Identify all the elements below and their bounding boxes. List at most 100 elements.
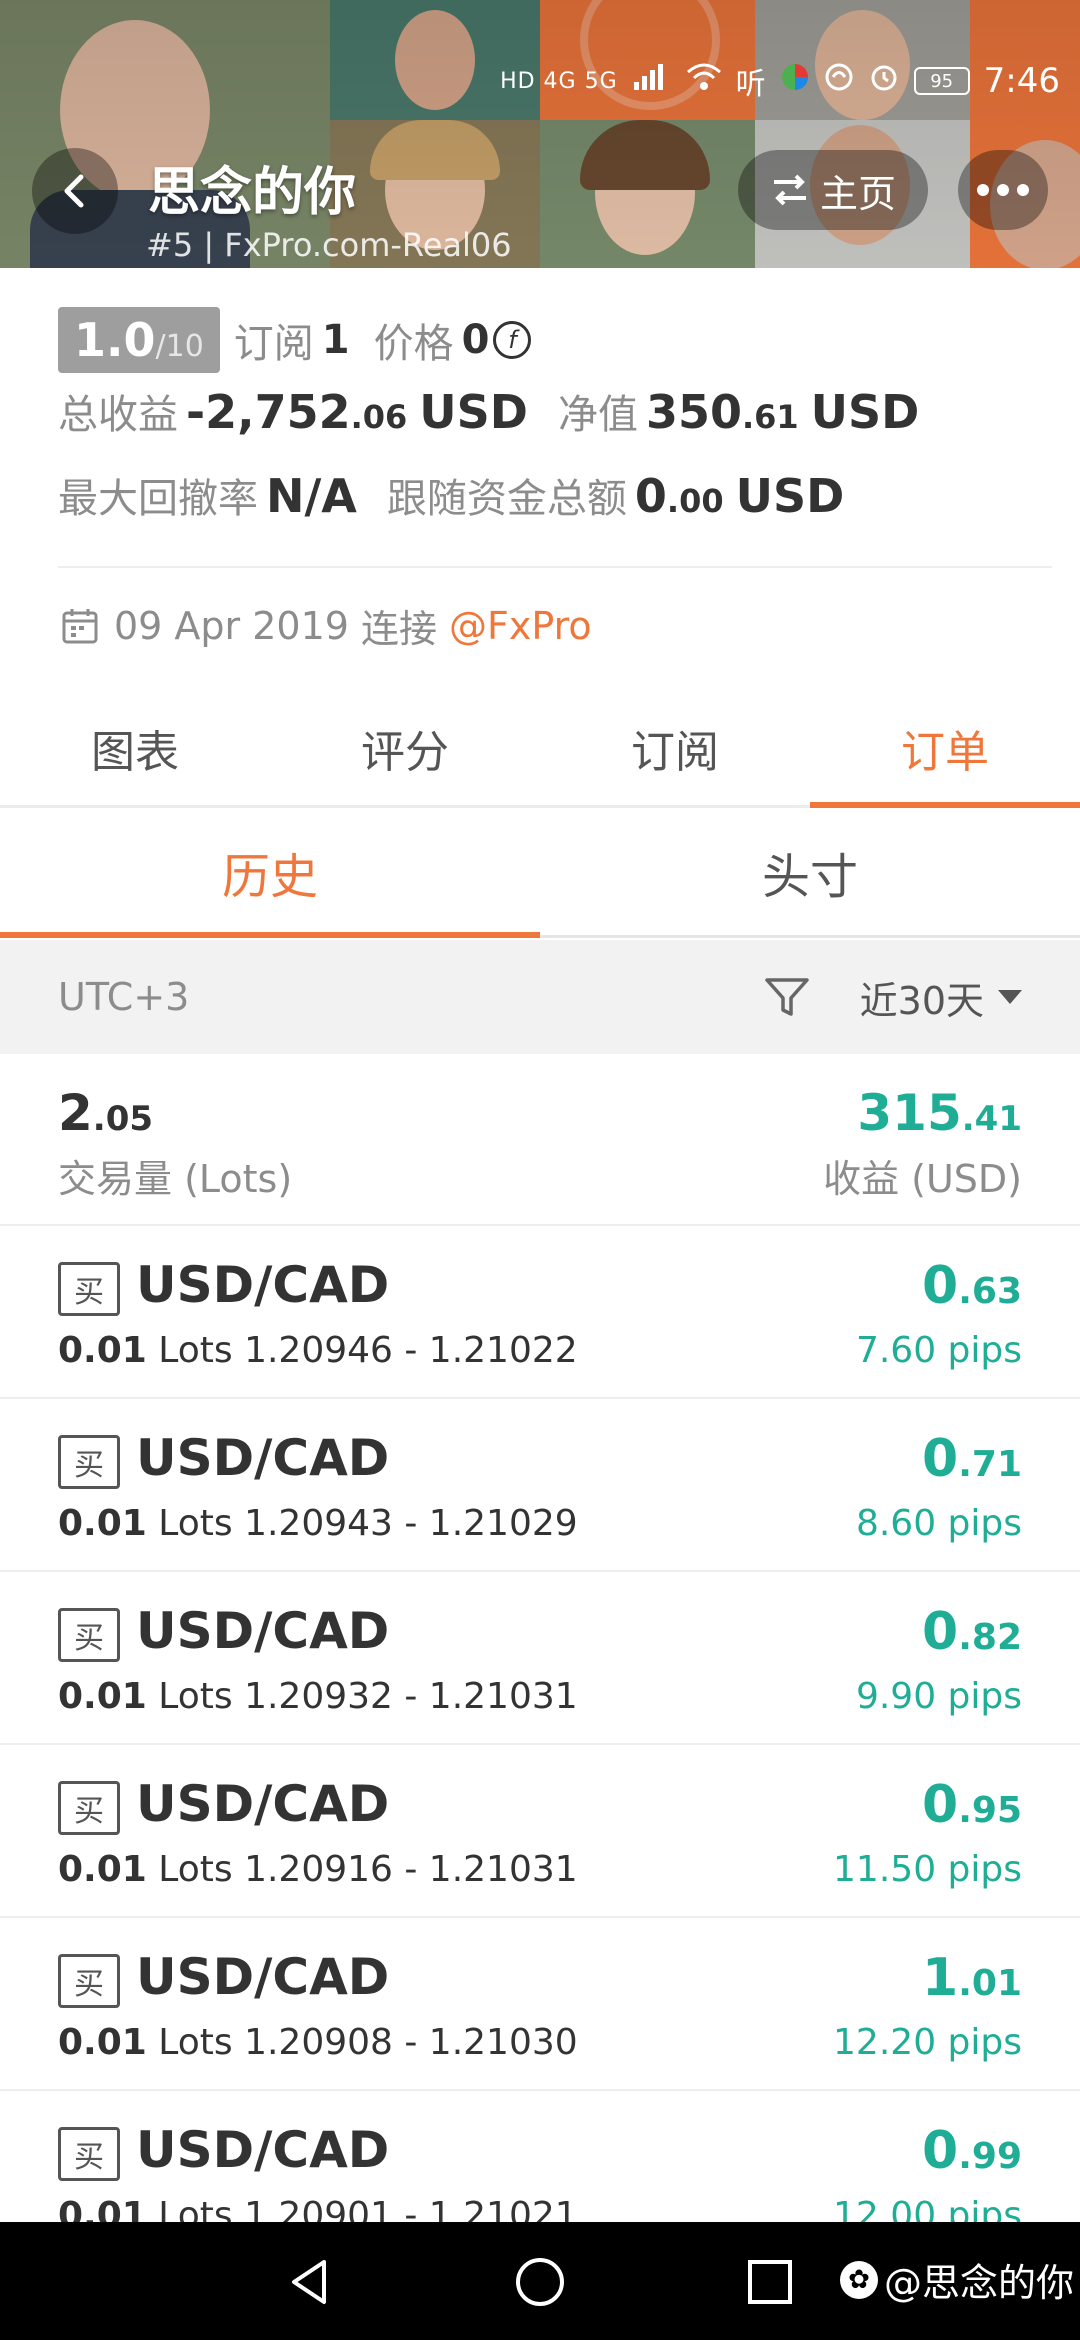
main-tabs: 图表 评分 订阅 订单 [0, 690, 1080, 808]
home-button[interactable]: 主页 [738, 150, 928, 230]
coin-icon: f [493, 321, 532, 359]
chevron-down-icon[interactable] [998, 990, 1022, 1004]
order-profit-dec: .71 [958, 1444, 1022, 1485]
equity-unit: USD [810, 385, 920, 439]
tab-positions[interactable]: 头寸 [540, 808, 1080, 935]
order-row[interactable]: 买 USD/CAD 0.01 Lots 1.20916 - 1.21031 0.… [0, 1745, 1080, 1918]
subscribe-label: 订阅 [233, 321, 314, 367]
follow-funds-value: 0 [634, 469, 667, 523]
nav-home-icon[interactable] [510, 2252, 570, 2312]
order-row[interactable]: 买 USD/CAD 0.01 Lots 1.20943 - 1.21029 0.… [0, 1399, 1080, 1572]
profile-banner: HD 4G 5G 听 95 7:46 思念的你 #5 | FxPro.com-R… [0, 0, 1080, 268]
order-details: 0.01 Lots 1.20916 - 1.21031 [58, 1849, 578, 1890]
tab-rating[interactable]: 评分 [270, 690, 540, 805]
signal-icon [632, 62, 672, 100]
app-notification-icon: 听 [735, 67, 766, 102]
profit-value: 315.41 [823, 1084, 1022, 1142]
total-profit-value: -2,752 [186, 385, 351, 439]
order-price-range: 1.20943 - 1.21029 [244, 1503, 578, 1544]
buy-badge: 买 [58, 1435, 120, 1489]
weibo-icon: ✿ [840, 2260, 878, 2299]
order-pair: USD/CAD [136, 2121, 390, 2179]
divider [58, 566, 1052, 568]
follow-funds-label: 跟随资金总额 [386, 476, 627, 522]
watermark: ✿ @思念的你 [840, 2252, 1074, 2307]
buy-badge: 买 [58, 1262, 120, 1316]
price-value: 0 [461, 317, 490, 363]
history-summary: 2.05 交易量 (Lots) 315.41 收益 (USD) [0, 1054, 1080, 1226]
price-label: 价格 [373, 321, 454, 367]
buy-badge: 买 [58, 1954, 120, 2008]
page-title: 思念的你 [148, 163, 357, 223]
network-indicator: HD 4G 5G [500, 68, 618, 94]
order-list: 买 USD/CAD 0.01 Lots 1.20946 - 1.21022 0.… [0, 1226, 1080, 2264]
more-options-button[interactable] [958, 150, 1048, 230]
broker-link[interactable]: @FxPro [449, 604, 592, 648]
since-date: 09 Apr 2019 [114, 603, 349, 648]
order-row[interactable]: 买 USD/CAD 0.01 Lots 1.20932 - 1.21031 0.… [0, 1572, 1080, 1745]
order-lots: 0.01 [58, 1330, 147, 1371]
total-profit-decimals: .06 [350, 398, 408, 436]
order-profit-dec: .95 [958, 1790, 1022, 1831]
nav-back-icon[interactable] [280, 2252, 340, 2312]
order-price-range: 1.20946 - 1.21022 [244, 1330, 578, 1371]
order-pips: 7.60 pips [855, 1330, 1022, 1371]
status-time: 7:46 [983, 61, 1060, 101]
order-profit-int: 0 [922, 1602, 959, 1662]
order-pips: 9.90 pips [855, 1676, 1022, 1717]
account-subtitle: #5 | FxPro.com-Real06 [146, 226, 512, 264]
equity-value: 350 [645, 385, 742, 439]
more-dot [1017, 184, 1029, 196]
follow-funds-decimals: .00 [666, 482, 724, 520]
follow-funds-unit: USD [735, 469, 845, 523]
back-button[interactable] [32, 148, 118, 234]
order-profit: 0.99 [922, 2121, 1022, 2181]
order-row[interactable]: 买 USD/CAD 0.01 Lots 1.20908 - 1.21030 1.… [0, 1918, 1080, 2091]
period-select[interactable]: 近30天 [860, 970, 984, 1025]
max-drawdown-value: N/A [266, 469, 357, 523]
watermark-text: @思念的你 [884, 2261, 1075, 2305]
volume-value: 2.05 [58, 1084, 292, 1142]
timezone-label: UTC+3 [58, 975, 190, 1019]
rating-badge: 1.0 /10 [58, 307, 220, 373]
more-dot [977, 184, 989, 196]
volume-label: 交易量 (Lots) [58, 1157, 293, 1201]
app-share-icon [824, 62, 854, 100]
order-profit: 0.95 [922, 1775, 1022, 1835]
order-price-range: 1.20916 - 1.21031 [244, 1849, 578, 1890]
equity-label: 净值 [557, 392, 638, 438]
nav-recents-icon[interactable] [740, 2252, 800, 2312]
rating-max: /10 [155, 329, 204, 364]
subscribe-count: 1 [321, 317, 350, 363]
order-profit: 0.82 [922, 1602, 1022, 1662]
buy-badge: 买 [58, 1781, 120, 1835]
order-pips: 12.20 pips [833, 2022, 1022, 2063]
filter-icon[interactable] [762, 972, 812, 1022]
tab-orders[interactable]: 订单 [810, 690, 1080, 808]
order-lots: 0.01 [58, 1676, 147, 1717]
calendar-icon [62, 608, 98, 643]
order-pair: USD/CAD [136, 1256, 390, 1314]
order-details: 0.01 Lots 1.20943 - 1.21029 [58, 1503, 578, 1544]
order-pips: 11.50 pips [833, 1849, 1022, 1890]
order-profit: 0.63 [922, 1256, 1022, 1316]
order-lots: 0.01 [58, 1503, 147, 1544]
rating-value: 1.0 [74, 313, 156, 367]
order-pair: USD/CAD [136, 1948, 390, 2006]
order-lots-unit: Lots [158, 1849, 233, 1890]
chevron-left-icon [64, 174, 84, 208]
order-profit-int: 0 [922, 1429, 959, 1489]
order-row[interactable]: 买 USD/CAD 0.01 Lots 1.20946 - 1.21022 0.… [0, 1226, 1080, 1399]
tab-subscribe[interactable]: 订阅 [540, 690, 810, 805]
tab-history[interactable]: 历史 [0, 808, 540, 938]
order-details: 0.01 Lots 1.20932 - 1.21031 [58, 1676, 578, 1717]
order-profit-dec: .82 [958, 1617, 1022, 1658]
profit-label: 收益 (USD) [823, 1157, 1022, 1201]
total-profit-unit: USD [419, 385, 528, 439]
order-pair: USD/CAD [136, 1429, 390, 1487]
since-connect-label: 连接 [360, 607, 437, 651]
order-pair: USD/CAD [136, 1775, 390, 1833]
order-details: 0.01 Lots 1.20908 - 1.21030 [58, 2022, 578, 2063]
tab-chart[interactable]: 图表 [0, 690, 270, 805]
order-profit-dec: .63 [958, 1271, 1022, 1312]
